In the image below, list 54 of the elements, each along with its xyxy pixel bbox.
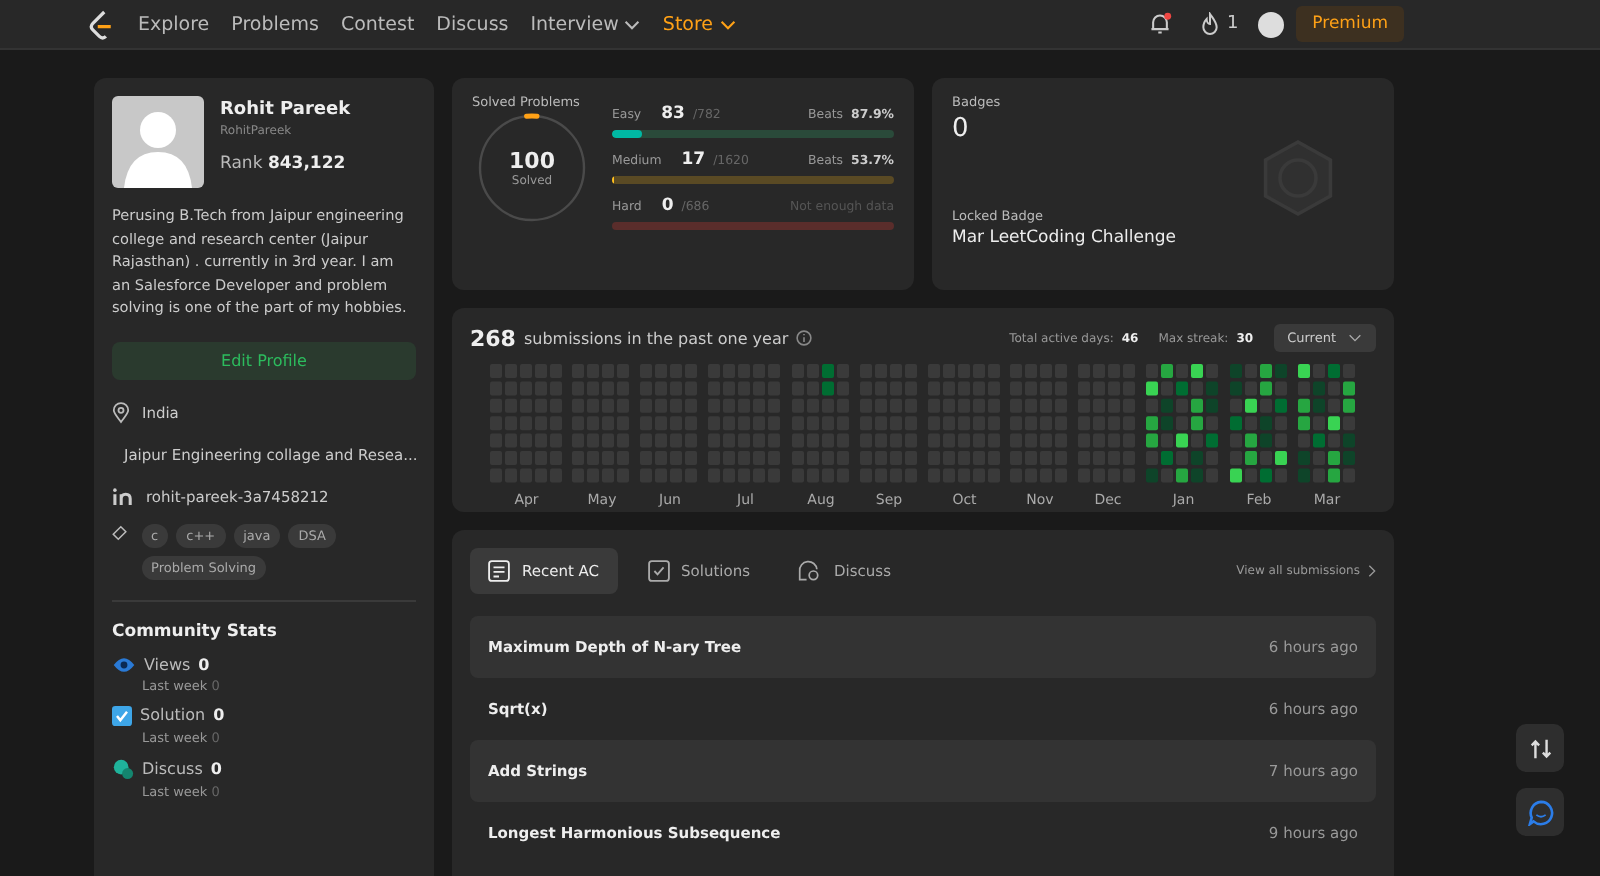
caret-icon: [719, 19, 736, 29]
solved-number: 0: [661, 196, 674, 216]
list-icon: [488, 560, 510, 582]
chat-smile-icon: [1527, 799, 1553, 825]
fire-icon[interactable]: [1200, 12, 1221, 36]
stat-value: 0: [213, 706, 225, 724]
tag-icon: [112, 523, 128, 541]
rank-value: 843,122: [267, 154, 346, 174]
nav-link[interactable]: Interview: [530, 13, 641, 35]
nav-link[interactable]: Explore: [138, 13, 210, 35]
chevron-right-icon: [1368, 564, 1376, 578]
edit-profile-button[interactable]: Edit Profile: [112, 341, 416, 379]
nav-link[interactable]: Discuss: [436, 13, 509, 35]
chat-icon: [798, 560, 823, 582]
locked-badge-name: Mar LeetCoding Challenge: [952, 228, 1178, 248]
up-down-arrows-icon: [1527, 735, 1553, 761]
nav-link[interactable]: Store: [662, 13, 736, 35]
stat-label: Discuss: [142, 759, 203, 777]
user-name: Rohit Pareek: [220, 100, 351, 120]
nav-link[interactable]: Contest: [340, 13, 415, 35]
info-icon[interactable]: [796, 330, 813, 346]
caret-icon: [624, 19, 641, 29]
community-stats-heading: Community Stats: [112, 621, 279, 641]
streak-count: 1: [1226, 14, 1239, 34]
badge-count: 0: [952, 114, 971, 144]
activity-grid-drawing: [1297, 364, 1357, 486]
feedback-button[interactable]: [1516, 788, 1564, 836]
linkedin-icon: [112, 487, 134, 505]
rank-label: Rank: [220, 154, 263, 174]
eye-icon: [112, 655, 136, 673]
solved-count: 100: [509, 147, 555, 173]
activity-grid-drawing: [1146, 364, 1221, 486]
logo-icon[interactable]: [88, 9, 114, 39]
location-pin-icon: [112, 401, 130, 423]
checkbox-icon: [112, 705, 132, 725]
activity-grid-drawing: [1229, 364, 1289, 486]
chat-bubbles-icon: [112, 757, 134, 779]
caret-icon: [1348, 334, 1362, 342]
solved-number: 83: [661, 104, 685, 124]
avatar-placeholder: [112, 96, 204, 188]
checkbox-icon: [647, 560, 670, 582]
submissions-text: submissions in the past one year: [523, 329, 789, 347]
shuffle-button[interactable]: [1516, 724, 1564, 772]
nav-link[interactable]: Problems: [231, 13, 319, 35]
bell-icon[interactable]: [1148, 12, 1173, 36]
stat-value: 0: [198, 655, 210, 673]
activity-grid-drawing: [791, 364, 851, 486]
avatar-circle[interactable]: [1258, 11, 1285, 37]
solved-number: 17: [681, 150, 706, 170]
stat-label: Solution: [140, 706, 206, 724]
submission-count: 268: [470, 325, 516, 351]
stat-value: 0: [210, 759, 222, 777]
stat-label: Views: [144, 655, 191, 673]
premium-button[interactable]: Premium: [1296, 6, 1404, 42]
